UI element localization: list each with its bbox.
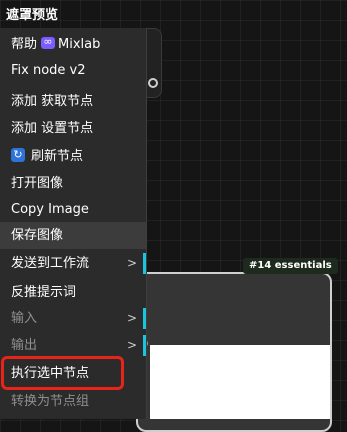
accent-marker xyxy=(143,335,146,356)
menu-item-label: 转换为节点组 xyxy=(11,394,90,409)
menu-item-reverse-prompt[interactable]: 反推提示词 xyxy=(0,279,146,306)
menu-item-inputs[interactable]: 输入 > xyxy=(0,305,146,332)
menu-item-outputs[interactable]: 输出 > xyxy=(0,332,146,359)
annotation-highlight-box xyxy=(1,356,124,390)
menu-item-label: 发送到工作流 xyxy=(11,256,90,271)
menu-item-help[interactable]: 帮助 Mixlab xyxy=(0,31,146,58)
mixlab-icon xyxy=(41,34,56,50)
submenu-arrow-icon: > xyxy=(126,338,137,352)
menu-item-label: 输入 xyxy=(11,311,38,326)
menu-item-label: 添加 获取节点 xyxy=(11,94,94,109)
menu-item-label: 反推提示词 xyxy=(11,285,77,300)
menu-item-add-set-node[interactable]: 添加 设置节点 xyxy=(0,115,146,142)
menu-item-save-image[interactable]: 保存图像 xyxy=(0,222,146,249)
menu-item-fix-node[interactable]: Fix node v2 xyxy=(0,57,146,84)
submenu-arrow-icon: > xyxy=(126,311,137,325)
context-menu-title: 遮罩预览 xyxy=(6,8,59,23)
menu-item-label: Copy Image xyxy=(11,202,89,217)
menu-item-label: 帮助 xyxy=(11,37,38,52)
menu-item-label: 输出 xyxy=(11,338,38,353)
accent-marker xyxy=(143,308,146,329)
menu-item-send-to-workflow[interactable]: 发送到工作流 > xyxy=(0,250,146,277)
menu-item-add-get-node[interactable]: 添加 获取节点 xyxy=(0,88,146,115)
node-id-badge: #14 essentials xyxy=(243,258,338,274)
menu-item-label: 刷新节点 xyxy=(31,149,84,164)
menu-item-label: 添加 设置节点 xyxy=(11,121,94,136)
node-output-socket[interactable] xyxy=(148,78,158,88)
menu-item-open-image[interactable]: 打开图像 xyxy=(0,170,146,197)
menu-item-convert-to-group[interactable]: 转换为节点组 xyxy=(0,388,146,415)
menu-item-copy-image[interactable]: Copy Image xyxy=(0,196,146,223)
menu-item-suffix: Mixlab xyxy=(58,37,101,52)
menu-item-label: 打开图像 xyxy=(11,176,64,191)
refresh-icon xyxy=(11,147,25,163)
menu-item-label: Fix node v2 xyxy=(11,63,86,78)
accent-marker xyxy=(143,253,146,274)
menu-item-refresh-nodes[interactable]: 刷新节点 xyxy=(0,143,146,170)
submenu-arrow-icon: > xyxy=(126,256,137,270)
node-image-preview xyxy=(150,345,330,419)
menu-item-label: 保存图像 xyxy=(11,228,64,243)
